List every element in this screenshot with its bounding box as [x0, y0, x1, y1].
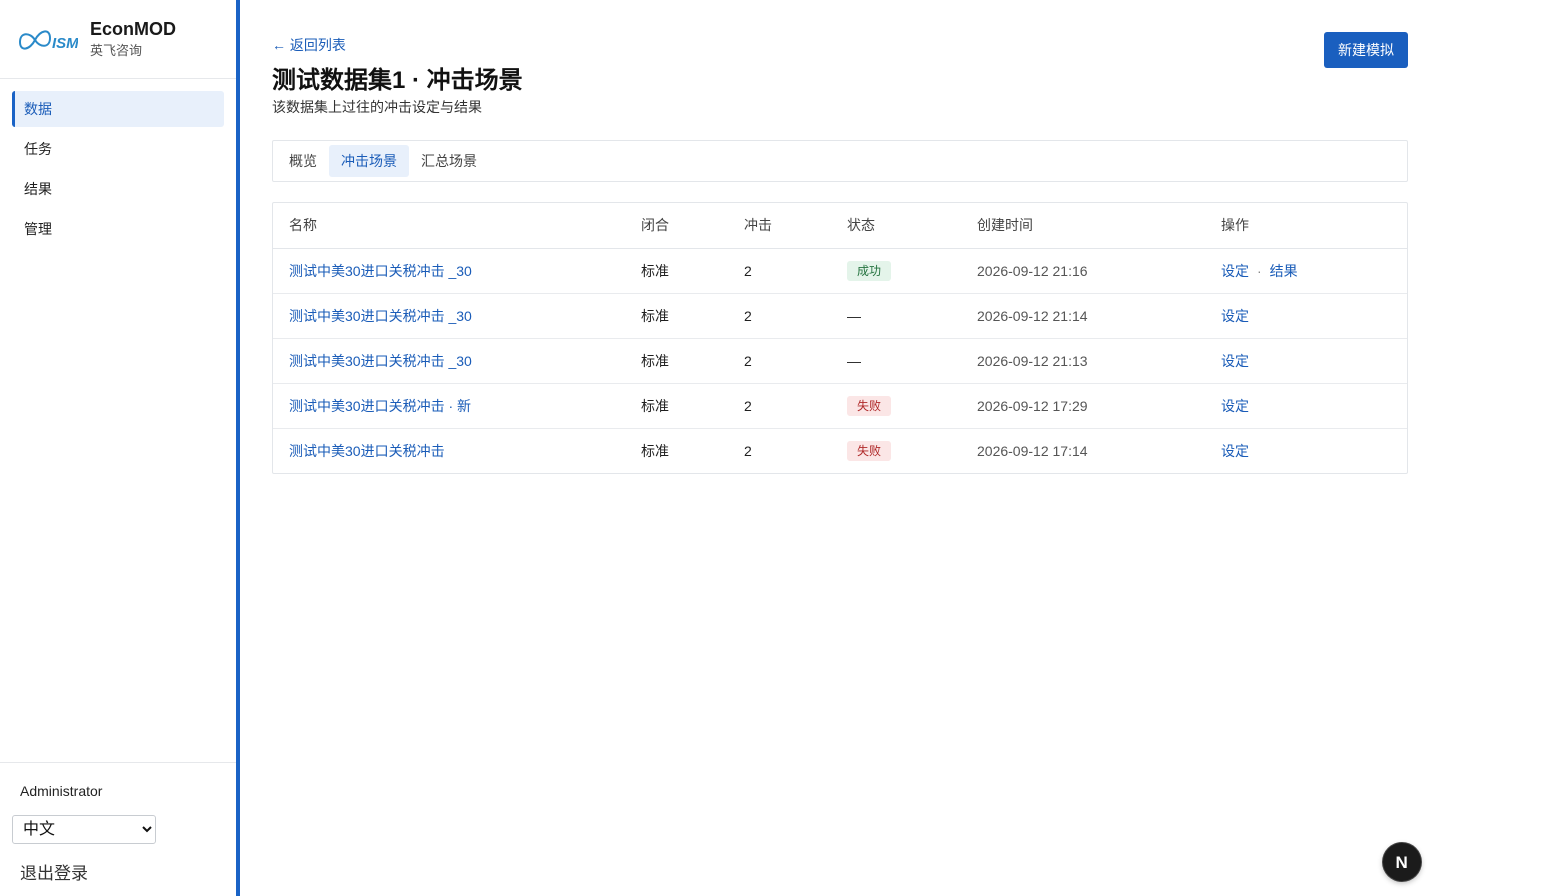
page-title: 测试数据集1 · 冲击场景: [272, 67, 523, 94]
sidebar: ISM EconMOD 英飞咨询 数据 任务 结果 管理 Administrat…: [0, 0, 236, 896]
closure-cell: 标准: [641, 383, 744, 429]
table-row: 测试中美30进口关税冲击 _30 标准 2 — 2026-09-12 21:14…: [273, 293, 1407, 339]
sidebar-nav: 数据 任务 结果 管理: [0, 79, 236, 251]
app-name: EconMOD: [90, 19, 177, 39]
table-row: 测试中美30进口关税冲击 _30 标准 2 成功 2026-09-12 21:1…: [273, 248, 1407, 294]
results-link[interactable]: 结果: [1270, 263, 1298, 279]
column-header-name: 名称: [273, 203, 641, 249]
brand: ISM EconMOD 英飞咨询: [0, 0, 236, 79]
sidebar-divider: [236, 0, 240, 896]
shocks-cell: 2: [744, 442, 752, 459]
closure-cell: 标准: [641, 293, 744, 339]
created-time-cell: 2026-09-12 21:14: [977, 293, 1221, 339]
tab-overview[interactable]: 概览: [277, 145, 329, 177]
shocks-cell: 2: [744, 248, 847, 294]
created-time-cell: 2026-09-12 21:13: [977, 338, 1221, 384]
closure-cell: 标准: [641, 248, 744, 294]
table-row: 测试中美30进口关税冲击 · 新 标准 2 失败 2026-09-12 17:2…: [273, 383, 1407, 429]
infinity-logo-icon: ISM: [18, 30, 78, 52]
created-time-cell: 2026-09-12 17:29: [977, 383, 1221, 429]
sidebar-item-admin[interactable]: 管理: [12, 211, 224, 247]
tab-summary-scenarios[interactable]: 汇总场景: [409, 145, 489, 177]
logo-text: ISM: [52, 35, 78, 52]
scenario-name-link[interactable]: 测试中美30进口关税冲击: [289, 443, 445, 459]
page-subtitle: 该数据集上过往的冲击设定与结果: [272, 99, 482, 115]
logout-link[interactable]: 退出登录: [20, 859, 88, 884]
status-badge: 失败: [847, 395, 892, 416]
status-badge: 失败: [847, 440, 892, 461]
scenario-name-link[interactable]: 测试中美30进口关税冲击 · 新: [289, 398, 471, 414]
settings-link[interactable]: 设定: [1221, 398, 1249, 414]
closure-cell: 标准: [641, 442, 669, 459]
sidebar-item-results[interactable]: 结果: [12, 171, 224, 207]
fab-label: N: [1396, 853, 1408, 872]
sidebar-item-label: 数据: [24, 101, 52, 117]
settings-link[interactable]: 设定: [1221, 263, 1249, 279]
app-subtitle: 英飞咨询: [90, 43, 143, 58]
scenario-name-link[interactable]: 测试中美30进口关税冲击 _30: [289, 308, 472, 324]
created-time-cell: 2026-09-12 17:14: [977, 442, 1088, 459]
next-n-icon: N: [1396, 853, 1408, 872]
created-time-cell: 2026-09-12 21:16: [977, 248, 1221, 294]
column-header-shocks: 冲击: [744, 203, 847, 249]
brand-text: EconMOD 英飞咨询: [90, 18, 176, 60]
sidebar-item-label: 管理: [24, 221, 52, 237]
tab-bar: 概览 冲击场景 汇总场景: [272, 140, 1408, 182]
action-separator: ·: [1257, 262, 1262, 279]
column-header-created: 创建时间: [977, 203, 1221, 249]
closure-cell: 标准: [641, 338, 744, 384]
settings-link[interactable]: 设定: [1221, 308, 1249, 324]
user-name: Administrator: [20, 783, 103, 799]
shocks-cell: 2: [744, 293, 847, 339]
status-cell: —: [847, 338, 977, 384]
scenario-table: 名称 闭合 冲击 状态 创建时间 操作 测试中美30进口关税冲击 _30 标准 …: [272, 202, 1408, 474]
status-cell: —: [847, 293, 977, 339]
scenario-name-link[interactable]: 测试中美30进口关税冲击 _30: [289, 263, 472, 279]
tab-shock-scenarios[interactable]: 冲击场景: [329, 145, 409, 177]
column-header-status: 状态: [847, 203, 977, 249]
table-row: 测试中美30进口关税冲击 标准 2 失败 2026-09-12 17:14 设定: [273, 428, 1407, 473]
table-header-row: 名称 闭合 冲击 状态 创建时间 操作: [273, 203, 1407, 249]
table-row: 测试中美30进口关税冲击 _30 标准 2 — 2026-09-12 21:13…: [273, 338, 1407, 384]
sidebar-item-label: 任务: [24, 141, 52, 157]
column-header-actions: 操作: [1221, 203, 1407, 249]
sidebar-footer: Administrator 中文 退出登录: [0, 762, 236, 896]
back-to-list-link[interactable]: ← 返回列表: [272, 35, 346, 55]
sidebar-item-data[interactable]: 数据: [12, 91, 224, 127]
new-simulation-button[interactable]: 新建模拟: [1324, 32, 1408, 68]
shocks-cell: 2: [744, 338, 847, 384]
language-select[interactable]: 中文: [12, 815, 156, 844]
status-badge: 成功: [847, 260, 892, 281]
scenario-name-link[interactable]: 测试中美30进口关税冲击 _30: [289, 353, 472, 369]
column-header-closure: 闭合: [641, 203, 744, 249]
shocks-cell: 2: [744, 383, 847, 429]
next-devtools-button[interactable]: N: [1383, 843, 1421, 881]
sidebar-item-tasks[interactable]: 任务: [12, 131, 224, 167]
settings-link[interactable]: 设定: [1221, 353, 1249, 369]
sidebar-item-label: 结果: [24, 181, 52, 197]
settings-link[interactable]: 设定: [1221, 443, 1249, 459]
